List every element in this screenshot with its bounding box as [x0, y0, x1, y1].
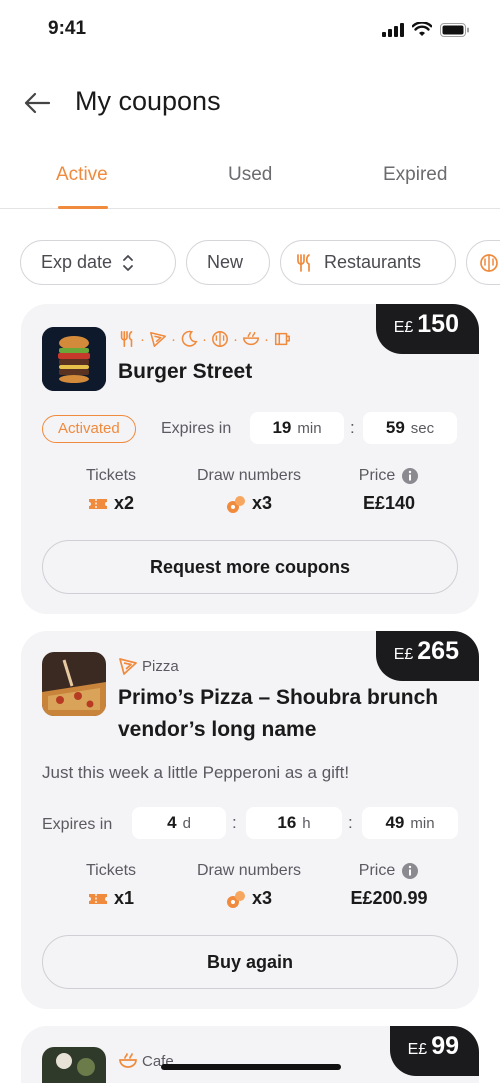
- filter-exp-date[interactable]: Exp date: [20, 240, 176, 285]
- cafe-image-icon: [42, 1047, 106, 1083]
- pizza-icon: [150, 331, 166, 347]
- draw-numbers-label: Draw numbers: [196, 862, 302, 879]
- tab-active-indicator: [58, 206, 108, 209]
- draw-numbers-stat: Draw numbers x3: [184, 467, 314, 514]
- bowl-icon: [119, 1053, 137, 1068]
- price-label: Price: [358, 862, 396, 879]
- filter-restaurants-label: Restaurants: [324, 252, 422, 272]
- vendor-logo: [42, 327, 106, 391]
- price-stat: Price E£140: [324, 467, 454, 514]
- timer-minutes: 19 min: [250, 412, 344, 444]
- filter-food[interactable]: [466, 240, 500, 285]
- draw-balls-icon: [226, 495, 245, 513]
- pizza-image-icon: [42, 652, 106, 716]
- ticket-icon: [88, 498, 107, 509]
- filter-restaurants[interactable]: Restaurants: [280, 240, 456, 285]
- price-amount: 150: [417, 310, 459, 338]
- info-icon[interactable]: [401, 862, 419, 880]
- ticket-icon: [88, 893, 107, 904]
- filter-new[interactable]: New: [186, 240, 270, 285]
- buy-again-button[interactable]: Buy again: [42, 935, 458, 989]
- category-row: Pizza: [118, 656, 179, 676]
- price-tag: E£ 150: [375, 304, 479, 354]
- expires-label: Expires in: [42, 816, 113, 833]
- bowl-icon: [243, 331, 259, 346]
- category-icons: · · · · ·: [118, 330, 291, 348]
- price-amount: 265: [417, 637, 459, 665]
- food-icon: [212, 331, 228, 347]
- signal-icon: [382, 22, 404, 37]
- status-time: 9:41: [48, 18, 87, 39]
- filter-exp-date-label: Exp date: [41, 252, 113, 272]
- back-arrow-icon: [24, 92, 51, 114]
- tab-used[interactable]: Used: [228, 164, 272, 186]
- timer-separator: :: [348, 813, 353, 832]
- price-value: E£200.99: [350, 888, 428, 908]
- coupon-card[interactable]: E£ 99 Cafe: [21, 1026, 479, 1083]
- vendor-logo: [42, 652, 106, 716]
- back-button[interactable]: [22, 88, 54, 120]
- vendor-name: Burger Street: [118, 360, 253, 383]
- price-tag: E£ 265: [375, 631, 479, 681]
- expires-label: Expires in: [161, 420, 232, 437]
- filter-new-label: New: [207, 252, 244, 272]
- wifi-icon: [412, 22, 432, 36]
- timer-minutes: 49 min: [362, 807, 458, 839]
- draw-numbers-label: Draw numbers: [196, 467, 302, 484]
- vendor-name-line-1: Primo’s Pizza – Shoubra brunch: [118, 686, 439, 709]
- category-label: Pizza: [142, 657, 179, 675]
- price-currency: E£: [407, 1041, 428, 1058]
- cup-icon: [274, 332, 290, 346]
- timer-separator: :: [350, 418, 355, 437]
- price-label: Price: [358, 467, 396, 484]
- timer-days: 4 d: [132, 807, 226, 839]
- price-currency: E£: [393, 646, 414, 663]
- pizza-icon: [119, 658, 137, 675]
- food-icon: [480, 253, 498, 272]
- tickets-value: x1: [113, 888, 135, 908]
- vendor-name-line-2: vendor’s long name: [118, 718, 317, 741]
- sort-updown-icon: [123, 254, 133, 271]
- vendor-logo: [42, 1047, 106, 1083]
- tickets-stat: Tickets x1: [46, 862, 176, 909]
- price-currency: E£: [393, 319, 414, 336]
- coupon-card[interactable]: E£ 265 Pizza Primo’s Pizza – Shoubra bru…: [21, 631, 479, 1009]
- request-more-coupons-button[interactable]: Request more coupons: [42, 540, 458, 594]
- restaurant-icon: [120, 330, 133, 348]
- tickets-stat: Tickets x2: [46, 467, 176, 514]
- tickets-label: Tickets: [85, 467, 137, 484]
- tab-bar: Active Used Expired: [0, 150, 500, 209]
- draw-numbers-stat: Draw numbers x3: [184, 862, 314, 909]
- draw-numbers-value: x3: [251, 493, 273, 513]
- restaurant-icon: [297, 253, 310, 272]
- draw-numbers-value: x3: [251, 888, 273, 908]
- tab-expired[interactable]: Expired: [383, 164, 447, 186]
- timer-separator: :: [232, 813, 237, 832]
- tickets-value: x2: [113, 493, 135, 513]
- tickets-label: Tickets: [85, 862, 137, 879]
- header: My coupons: [0, 80, 500, 128]
- draw-balls-icon: [226, 890, 245, 908]
- timer-hours: 16 h: [246, 807, 342, 839]
- night-icon: [181, 330, 198, 347]
- price-amount: 99: [431, 1032, 459, 1060]
- filter-chips: Exp date New Restaurants: [20, 240, 500, 286]
- battery-icon: [440, 22, 469, 37]
- status-icons: [382, 22, 470, 37]
- price-value: E£140: [362, 493, 416, 513]
- status-bar: 9:41: [0, 0, 500, 60]
- status-badge: Activated: [42, 415, 136, 443]
- coupon-card[interactable]: E£ 150 · · · · · Burger Street Activated…: [21, 304, 479, 614]
- price-tag: E£ 99: [389, 1026, 479, 1076]
- timer-seconds: 59 sec: [363, 412, 457, 444]
- info-icon[interactable]: [401, 467, 419, 485]
- coupon-description: Just this week a little Pepperoni as a g…: [42, 763, 350, 782]
- tab-active[interactable]: Active: [56, 164, 108, 186]
- price-stat: Price E£200.99: [324, 862, 454, 909]
- burger-image-icon: [42, 327, 106, 391]
- home-indicator: [161, 1064, 341, 1070]
- page-title: My coupons: [75, 86, 221, 116]
